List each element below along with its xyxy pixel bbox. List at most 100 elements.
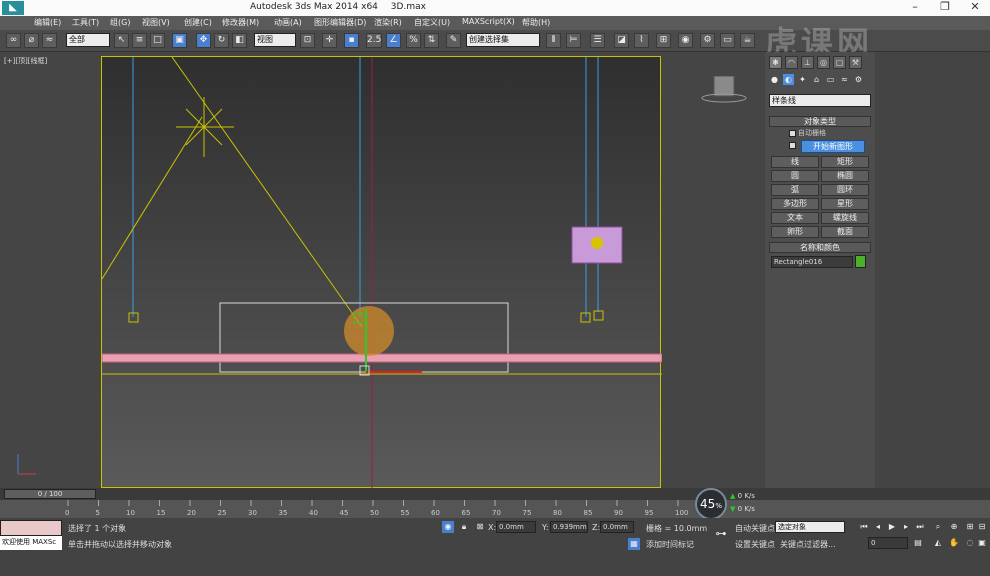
select-object-icon[interactable]: ↖ xyxy=(114,33,129,48)
modify-tab-icon[interactable]: ◠ xyxy=(785,56,798,69)
time-config-icon[interactable]: ▤ xyxy=(912,537,924,549)
curve-editor-icon[interactable]: ⌇ xyxy=(634,33,649,48)
menu-maxscript[interactable]: MAXScript(X) xyxy=(462,17,515,26)
menu-graph-editors[interactable]: 图形编辑器(D) xyxy=(314,17,366,28)
zoom-icon[interactable]: ⌕ xyxy=(932,521,944,533)
systems-icon[interactable]: ⚙ xyxy=(853,74,864,85)
scene-wireframe[interactable] xyxy=(102,57,662,489)
auto-grid-checkbox[interactable]: 自动栅格 xyxy=(789,128,826,138)
pivot-center-icon[interactable]: ⊡ xyxy=(300,33,315,48)
time-tag-icon[interactable]: ▦ xyxy=(628,538,640,550)
x-coord-field[interactable]: 0.0mm xyxy=(496,521,536,533)
maximize-button[interactable]: ❐ xyxy=(930,0,960,16)
start-new-shape-button[interactable]: 开始新图形 xyxy=(801,140,865,153)
next-frame-icon[interactable]: ▸ xyxy=(900,521,912,533)
snaps-toggle-icon[interactable]: 2.5 xyxy=(366,33,382,48)
orbit-icon[interactable]: ◌ xyxy=(964,537,976,549)
shape-rectangle-button[interactable]: 矩形 xyxy=(821,156,869,168)
helpers-icon[interactable]: ▭ xyxy=(825,74,836,85)
layer-manager-icon[interactable]: ☰ xyxy=(590,33,605,48)
render-production-icon[interactable]: ☕ xyxy=(740,33,755,48)
shape-egg-button[interactable]: 卵形 xyxy=(771,226,819,238)
percent-snap-icon[interactable]: % xyxy=(406,33,421,48)
named-selection-dropdown[interactable]: 创建选择集 xyxy=(466,33,540,47)
shapes-icon[interactable]: ◐ xyxy=(783,74,794,85)
shape-section-button[interactable]: 截面 xyxy=(821,226,869,238)
pan-icon[interactable]: ✋ xyxy=(948,537,960,549)
track-bar[interactable]: 0 5 10 15 20 25 30 35 40 45 50 55 60 65 70 75 80 85 90 95 10… xyxy=(0,500,990,518)
menu-create[interactable]: 创建(C) xyxy=(184,17,212,28)
shape-circle-button[interactable]: 圆 xyxy=(771,170,819,182)
add-time-tag[interactable]: 添加时间标记 xyxy=(646,539,694,550)
select-manipulate-icon[interactable]: ✛ xyxy=(322,33,337,48)
mirror-icon[interactable]: ⫴ xyxy=(546,33,561,48)
zoom-all-icon[interactable]: ⊕ xyxy=(948,521,960,533)
menu-modifiers[interactable]: 修改器(M) xyxy=(222,17,259,28)
menu-group[interactable]: 组(G) xyxy=(110,17,130,28)
maxscript-listener[interactable]: 欢迎使用 MAXSc xyxy=(0,536,62,550)
unlink-icon[interactable]: ⌀ xyxy=(24,33,39,48)
menu-views[interactable]: 视图(V) xyxy=(142,17,170,28)
shape-ngon-button[interactable]: 多边形 xyxy=(771,198,819,210)
viewport-area[interactable]: [+][顶][线框] xyxy=(0,52,765,489)
lights-icon[interactable]: ✦ xyxy=(797,74,808,85)
menu-customize[interactable]: 自定义(U) xyxy=(414,17,450,28)
angle-snap-icon[interactable]: ∠ xyxy=(386,33,401,48)
object-name-field[interactable]: Rectangle016 xyxy=(771,256,853,268)
menu-edit[interactable]: 编辑(E) xyxy=(34,17,61,28)
select-rotate-icon[interactable]: ↻ xyxy=(214,33,229,48)
shape-star-button[interactable]: 星形 xyxy=(821,198,869,210)
time-slider[interactable]: 0 / 100 xyxy=(0,488,990,500)
viewport-label[interactable]: [+][顶][线框] xyxy=(4,56,47,66)
absolute-mode-icon[interactable]: ⊠ xyxy=(474,521,486,533)
category-dropdown[interactable]: 样条线 xyxy=(769,94,871,107)
maxscript-listener-pink[interactable] xyxy=(0,520,62,536)
z-coord-field[interactable]: 0.0mm xyxy=(600,521,634,533)
hierarchy-tab-icon[interactable]: ⊥ xyxy=(801,56,814,69)
selection-filter-dropdown[interactable]: 全部 xyxy=(66,33,110,47)
keyboard-shortcut-icon[interactable]: ▪ xyxy=(344,33,359,48)
auto-grid-box[interactable] xyxy=(789,129,796,137)
menu-tools[interactable]: 工具(T) xyxy=(72,17,99,28)
menu-help[interactable]: 帮助(H) xyxy=(522,17,550,28)
select-by-name-icon[interactable]: ≡ xyxy=(132,33,147,48)
object-type-rollout[interactable]: 对象类型 xyxy=(769,116,871,127)
create-tab-icon[interactable]: ✱ xyxy=(769,56,782,69)
graphite-tools-icon[interactable]: ◪ xyxy=(614,33,629,48)
key-filters-button[interactable]: 关键点过滤器... xyxy=(780,539,836,550)
maximize-viewport-icon[interactable]: ▣ xyxy=(976,537,988,549)
menu-rendering[interactable]: 渲染(R) xyxy=(374,17,402,28)
selection-lock-icon[interactable]: 🔒︎ xyxy=(458,521,470,533)
minimize-button[interactable]: – xyxy=(900,0,930,16)
set-key-button[interactable]: 设置关键点 xyxy=(735,539,775,550)
ref-coord-dropdown[interactable]: 视图 xyxy=(254,33,296,47)
name-color-rollout[interactable]: 名称和颜色 xyxy=(769,242,871,253)
schematic-view-icon[interactable]: ⊞ xyxy=(656,33,671,48)
spinner-snap-icon[interactable]: ⇅ xyxy=(424,33,439,48)
spacewarps-icon[interactable]: ≈ xyxy=(839,74,850,85)
cameras-icon[interactable]: ⌂ xyxy=(811,74,822,85)
material-editor-icon[interactable]: ◉ xyxy=(678,33,693,48)
y-coord-field[interactable]: 0.939mm xyxy=(550,521,588,533)
app-logo-icon[interactable]: ◣ xyxy=(2,1,24,15)
close-button[interactable]: ✕ xyxy=(960,0,990,16)
time-slider-thumb[interactable]: 0 / 100 xyxy=(4,489,96,499)
geometry-icon[interactable]: ● xyxy=(769,74,780,85)
edit-named-selection-icon[interactable]: ✎ xyxy=(446,33,461,48)
rect-selection-region-icon[interactable]: □ xyxy=(150,33,165,48)
utilities-tab-icon[interactable]: ⚒ xyxy=(849,56,862,69)
select-scale-icon[interactable]: ◧ xyxy=(232,33,247,48)
motion-tab-icon[interactable]: ◎ xyxy=(817,56,830,69)
go-to-end-icon[interactable]: ⏭ xyxy=(914,521,926,533)
viewport-top[interactable] xyxy=(101,56,662,489)
shape-helix-button[interactable]: 螺旋线 xyxy=(821,212,869,224)
link-icon[interactable]: ∞ xyxy=(6,33,21,48)
shape-line-button[interactable]: 线 xyxy=(771,156,819,168)
zoom-extents-icon[interactable]: ⊞ xyxy=(964,521,976,533)
current-frame-field[interactable]: 0 xyxy=(868,537,908,549)
shape-donut-button[interactable]: 圆环 xyxy=(821,184,869,196)
viewcube-icon[interactable] xyxy=(700,76,750,128)
window-crossing-icon[interactable]: ▣ xyxy=(172,33,187,48)
render-setup-icon[interactable]: ⚙ xyxy=(700,33,715,48)
shape-text-button[interactable]: 文本 xyxy=(771,212,819,224)
